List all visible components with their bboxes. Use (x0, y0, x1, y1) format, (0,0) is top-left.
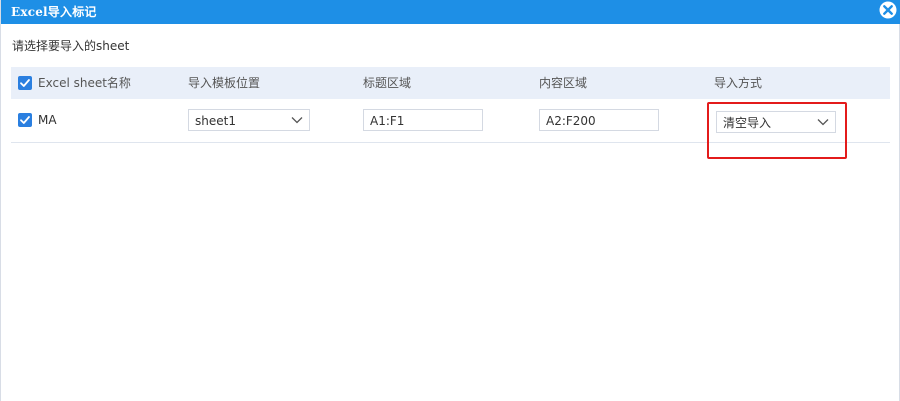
header-title-area: 标题区域 (363, 76, 412, 90)
import-mode-value: 清空导入 (723, 116, 772, 130)
title-area-input[interactable]: A1:F1 (363, 109, 483, 131)
select-all-checkbox[interactable] (18, 76, 32, 90)
instruction-text: 请选择要导入的sheet (12, 39, 130, 53)
checkmark-icon (20, 79, 30, 87)
table-header-row: Excel sheet名称 导入模板位置 标题区域 内容区域 导入方式 (11, 67, 890, 99)
header-import-mode: 导入方式 (714, 76, 763, 90)
content-area-input[interactable]: A2:F200 (539, 109, 659, 131)
content-area-value: A2:F200 (546, 114, 596, 128)
close-button[interactable] (878, 0, 898, 20)
header-template-position: 导入模板位置 (188, 76, 261, 90)
header-content-area: 内容区域 (539, 76, 588, 90)
template-position-value: sheet1 (195, 114, 236, 128)
template-position-select[interactable]: sheet1 (188, 109, 310, 131)
close-icon (879, 1, 897, 19)
sheet-name-cell: MA (38, 113, 57, 127)
chevron-down-icon (817, 119, 829, 126)
import-mode-select[interactable]: 清空导入 (716, 111, 836, 133)
checkmark-icon (20, 116, 30, 124)
table-row: MA sheet1 A1:F1 A2:F200 清空导入 (11, 99, 890, 143)
row-checkbox[interactable] (18, 113, 32, 127)
title-area-value: A1:F1 (370, 114, 405, 128)
dialog-title: Excel导入标记 (11, 5, 97, 19)
title-bar[interactable]: Excel导入标记 (1, 0, 900, 24)
chevron-down-icon (291, 117, 303, 124)
sheet-table: Excel sheet名称 导入模板位置 标题区域 内容区域 导入方式 MA s… (11, 67, 890, 143)
header-sheet-name: Excel sheet名称 (38, 76, 131, 90)
excel-import-dialog: Excel导入标记 请选择要导入的sheet Excel sheet名称 导入模… (0, 0, 900, 401)
